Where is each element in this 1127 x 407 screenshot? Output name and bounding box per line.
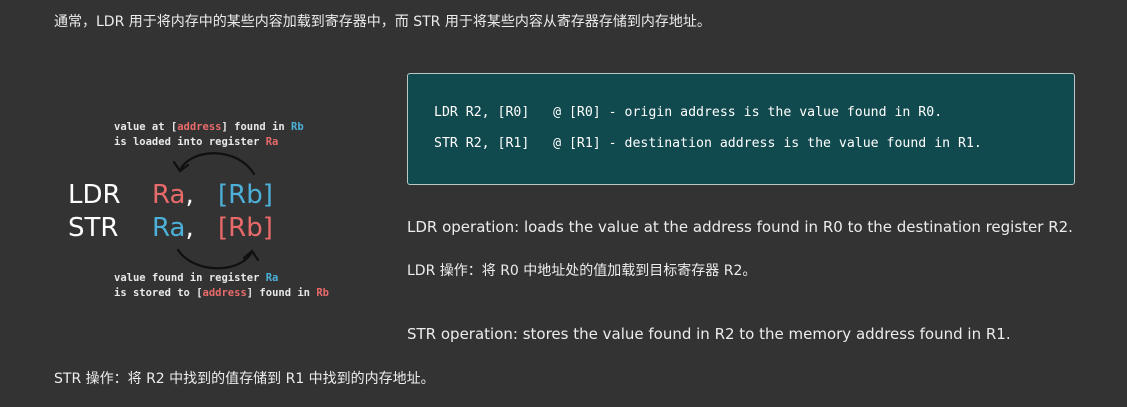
ldr-operation-zh: LDR 操作：将 R0 中地址处的值加载到目标寄存器 R2。: [407, 263, 757, 279]
code-line-ldr: LDR R2, [R0] @ [R0] - origin address is …: [434, 105, 943, 120]
ldr-str-diagram: value at [address] found in Rb is loaded…: [68, 121, 329, 299]
load-arrow-icon: [178, 152, 256, 176]
top-caption-seg: found in: [228, 121, 291, 133]
ldr-rb: [Rb]: [218, 180, 273, 210]
bottom-caption-seg: is stored to: [114, 287, 196, 299]
top-caption-seg: is loaded into register: [114, 136, 266, 148]
store-arrow-icon: [176, 248, 254, 270]
str-operation-en: STR operation: stores the value found in…: [407, 325, 1011, 343]
top-caption-seg: value at: [114, 121, 171, 133]
ldr-instruction: LDR Ra, [Rb]: [68, 180, 273, 210]
code-line-str: STR R2, [R1] @ [R1] - destination addres…: [434, 136, 982, 151]
top-caption-line2: is loaded into register Ra: [114, 136, 278, 148]
code-block: LDR R2, [R0] @ [R0] - origin address is …: [407, 73, 1075, 185]
bottom-caption-rb: Rb: [316, 287, 329, 299]
top-caption-rb: Rb: [291, 121, 304, 133]
top-caption-address: address: [177, 121, 221, 133]
str-op: STR: [68, 213, 118, 243]
ldr-operation-en: LDR operation: loads the value at the ad…: [407, 218, 1073, 236]
str-instruction: STR Ra, [Rb]: [68, 213, 273, 243]
bottom-caption-address: address: [203, 287, 247, 299]
ldr-comma: ,: [185, 180, 193, 210]
bottom-caption-line1: value found in register Ra: [114, 272, 278, 284]
bottom-caption-seg: value found in register: [114, 272, 266, 284]
str-rb: [Rb]: [218, 213, 273, 243]
ldr-ra: Ra: [152, 180, 185, 210]
bottom-caption-seg: found in: [253, 287, 316, 299]
str-comma: ,: [185, 213, 193, 243]
bottom-caption-ra: Ra: [266, 272, 279, 284]
bottom-caption-line2: is stored to [address] found in Rb: [114, 287, 329, 299]
str-ra: Ra: [152, 213, 185, 243]
ldr-op: LDR: [68, 180, 121, 210]
str-operation-zh: STR 操作：将 R2 中找到的值存储到 R1 中找到的内存地址。: [54, 371, 435, 387]
top-caption-line1: value at [address] found in Rb: [114, 121, 304, 133]
intro-text: 通常，LDR 用于将内存中的某些内容加载到寄存器中，而 STR 用于将某些内容从…: [54, 14, 711, 30]
top-caption-ra: Ra: [266, 136, 279, 148]
